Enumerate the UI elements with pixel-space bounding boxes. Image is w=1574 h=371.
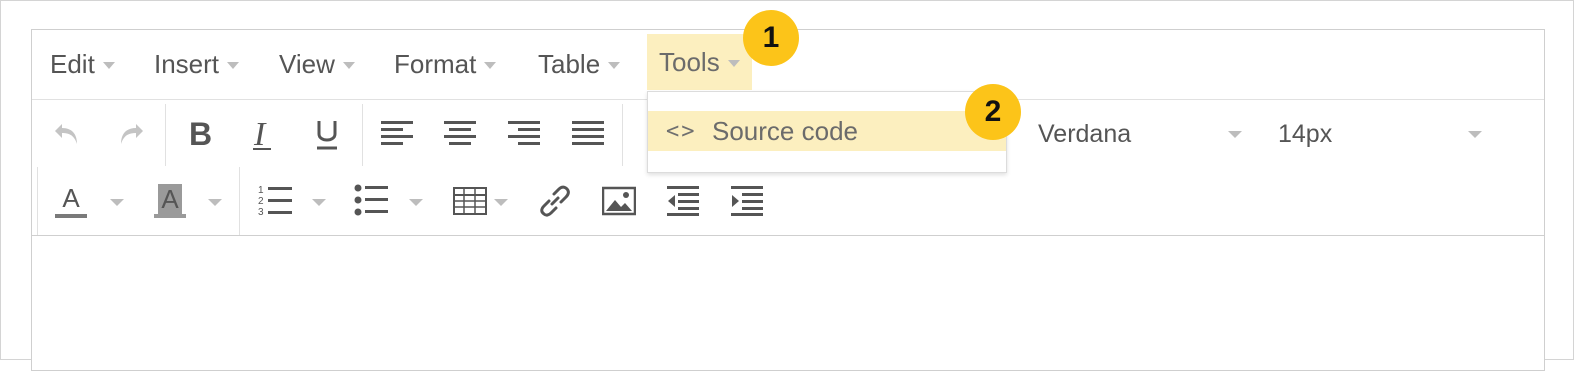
table-button[interactable] (450, 181, 490, 221)
menu-table-label: Table (538, 49, 601, 79)
text-color-button[interactable]: A (54, 181, 88, 221)
tools-dropdown-menu: <> Source code (647, 91, 1007, 173)
table-dropdown-chevron-icon[interactable] (494, 199, 508, 206)
align-right-icon (508, 121, 540, 145)
align-justify-button[interactable] (568, 114, 608, 154)
outdent-button[interactable] (663, 181, 703, 221)
chevron-down-icon (484, 62, 497, 69)
bullet-list-icon (354, 184, 388, 216)
align-left-button[interactable] (377, 114, 417, 154)
menu-item-source-code-label: Source code (712, 115, 858, 146)
font-size-value: 14px (1278, 119, 1333, 148)
italic-button[interactable]: I (243, 114, 283, 154)
toolbar-separator (362, 104, 363, 166)
menu-edit-label: Edit (50, 49, 95, 79)
menu-table[interactable]: Table (538, 30, 621, 99)
svg-text:2: 2 (258, 196, 264, 207)
menu-insert[interactable]: Insert (154, 30, 240, 99)
bold-icon: B (189, 117, 212, 151)
text-color-dropdown-chevron-icon[interactable] (110, 199, 124, 206)
chevron-down-icon (227, 62, 240, 69)
background-color-button[interactable]: A (153, 181, 187, 221)
chevron-down-icon (727, 59, 740, 67)
table-icon (453, 187, 487, 215)
numbered-list-button[interactable]: 1 2 3 (256, 181, 296, 221)
undo-icon (55, 124, 77, 144)
indent-icon (731, 186, 763, 216)
toolbar-separator (239, 167, 240, 235)
font-family-select[interactable]: Verdana (1038, 114, 1242, 154)
chevron-down-icon (342, 62, 355, 69)
svg-text:1: 1 (258, 185, 264, 196)
outdent-icon (667, 186, 699, 216)
svg-text:B: B (189, 117, 212, 151)
image-button[interactable] (599, 181, 639, 221)
redo-button[interactable] (110, 114, 150, 154)
underline-icon (317, 121, 337, 150)
svg-text:3: 3 (258, 207, 264, 218)
undo-button[interactable] (48, 114, 88, 154)
menu-format-label: Format (394, 49, 477, 79)
align-right-button[interactable] (504, 114, 544, 154)
bullet-list-button[interactable] (352, 181, 392, 221)
indent-button[interactable] (727, 181, 767, 221)
rich-text-editor: Edit Insert View Format Table Tools B I … (31, 29, 1545, 371)
align-left-icon (381, 121, 413, 145)
text-color-swatch (55, 213, 87, 218)
align-justify-icon (572, 121, 604, 145)
toolbar-separator (622, 104, 623, 166)
chevron-down-icon (102, 62, 115, 69)
numbered-list-icon: 1 2 3 (258, 185, 292, 218)
menu-edit[interactable]: Edit (50, 30, 115, 99)
chevron-down-icon (1228, 130, 1242, 138)
toolbar-row-insert: A A 1 2 3 (32, 167, 1544, 236)
menu-format[interactable]: Format (394, 30, 497, 99)
numbered-list-dropdown-chevron-icon[interactable] (312, 199, 326, 206)
bullet-list-dropdown-chevron-icon[interactable] (409, 199, 423, 206)
menu-tools[interactable]: Tools (647, 34, 752, 90)
link-button[interactable] (535, 181, 575, 221)
background-color-dropdown-chevron-icon[interactable] (208, 199, 222, 206)
step-callout-1: 1 (743, 10, 799, 66)
underline-button[interactable] (307, 114, 347, 154)
menu-insert-label: Insert (154, 49, 220, 79)
svg-text:I: I (253, 117, 267, 151)
bold-button[interactable]: B (180, 114, 220, 154)
link-icon (540, 185, 570, 217)
chevron-down-icon (608, 62, 621, 69)
text-color-icon: A (62, 182, 80, 213)
background-color-swatch (154, 214, 186, 218)
font-size-select[interactable]: 14px (1278, 114, 1482, 154)
menu-tools-label: Tools (659, 46, 720, 77)
step-callout-2: 2 (965, 84, 1021, 140)
toolbar-separator (37, 167, 38, 235)
toolbar-separator (165, 104, 166, 166)
image-icon (602, 186, 636, 216)
italic-icon: I (253, 117, 271, 151)
editor-content-area[interactable] (32, 237, 1544, 367)
menu-view-label: View (279, 49, 335, 79)
redo-icon (121, 124, 143, 144)
code-icon: <> (666, 118, 697, 144)
menu-item-source-code[interactable]: <> Source code (648, 111, 1006, 151)
menu-view[interactable]: View (279, 30, 355, 99)
align-center-button[interactable] (440, 114, 480, 154)
chevron-down-icon (1468, 130, 1482, 138)
align-center-icon (444, 121, 476, 145)
background-color-icon: A (158, 184, 182, 214)
font-family-value: Verdana (1038, 119, 1132, 148)
